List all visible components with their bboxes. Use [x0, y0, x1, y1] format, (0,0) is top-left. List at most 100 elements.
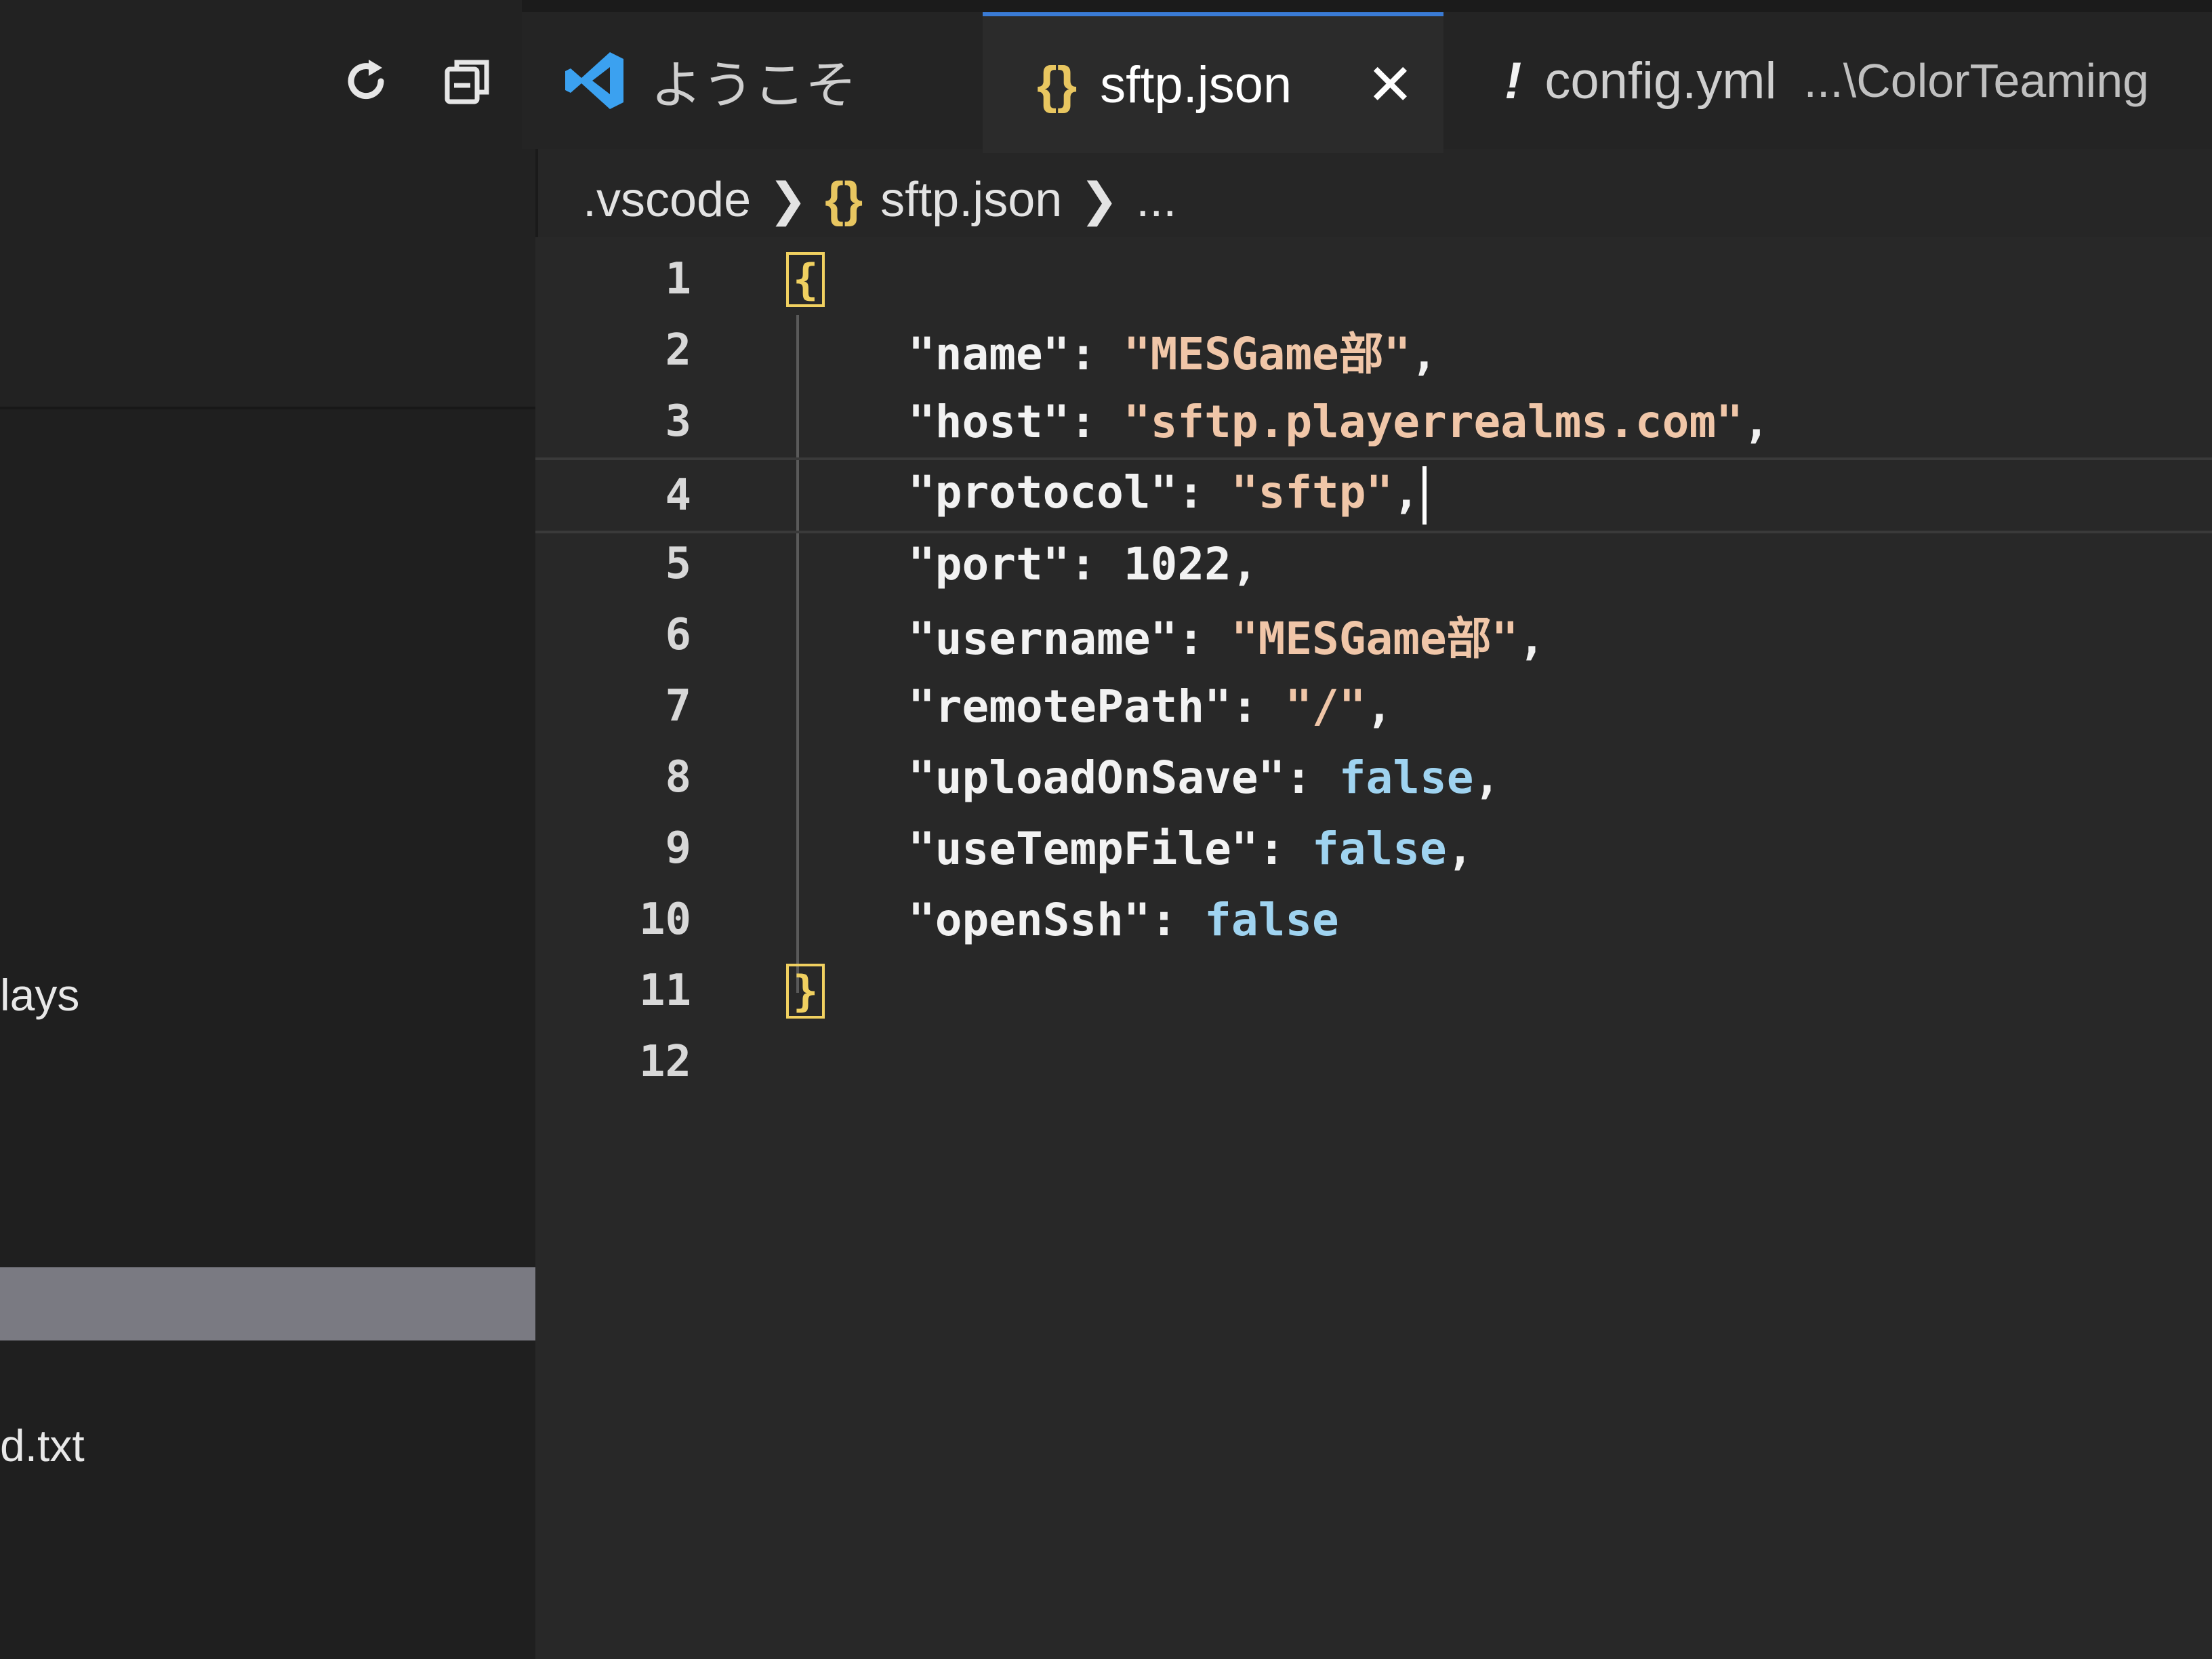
- bracket-match-highlight: }: [786, 963, 825, 1019]
- line-number: 11: [638, 966, 691, 1016]
- refresh-icon[interactable]: [339, 54, 393, 108]
- json-comma: ,: [1393, 466, 1420, 519]
- line-number: 2: [665, 325, 691, 375]
- json-colon: :: [1069, 537, 1124, 590]
- vscode-window: lays d.txt ようこそ {} sftp.json ✕ ! config.…: [0, 0, 2212, 1659]
- code-line[interactable]: 1 {: [535, 244, 2212, 314]
- tab-description: ...\ColorTeaming: [1803, 54, 2150, 107]
- code-text: "port": 1022,: [908, 538, 1258, 590]
- text-cursor: [1422, 466, 1427, 525]
- json-string-value: "MESGame部": [1123, 328, 1411, 380]
- explorer-header: [0, 0, 535, 409]
- json-comma: ,: [1473, 751, 1501, 804]
- code-line[interactable]: 9 "useTempFile": false,: [535, 813, 2212, 884]
- bracket-match-highlight: {: [786, 251, 825, 307]
- json-braces-icon: {}: [825, 173, 863, 227]
- json-comma: ,: [1518, 613, 1546, 665]
- explorer-actions: [339, 54, 495, 108]
- json-string-value: "sftp.playerrealms.com": [1123, 395, 1743, 448]
- json-boolean-value: false: [1312, 822, 1447, 875]
- code-editor[interactable]: 1 { 2 "name": "MESGame部", 3 "host": "sft…: [535, 237, 2212, 1659]
- line-number: 10: [638, 895, 691, 945]
- editor-tab-bar: ようこそ {} sftp.json ✕ ! config.yml ...\Col…: [522, 0, 2212, 153]
- json-colon: :: [1177, 466, 1231, 519]
- code-line[interactable]: 6 "username": "MESGame部",: [535, 600, 2212, 670]
- code-text: "name": "MESGame部",: [908, 318, 1437, 383]
- json-comma: ,: [1410, 328, 1438, 380]
- code-text: "protocol": "sftp",: [908, 466, 1427, 525]
- exclamation-icon: !: [1504, 52, 1522, 110]
- code-line-current[interactable]: 4 "protocol": "sftp",: [535, 457, 2212, 533]
- code-line[interactable]: 11 }: [535, 956, 2212, 1026]
- line-number: 1: [665, 254, 691, 304]
- chevron-right-icon: ❯: [769, 173, 808, 226]
- json-comma: ,: [1366, 680, 1393, 733]
- close-icon[interactable]: ✕: [1366, 52, 1414, 118]
- tab-label: ようこそ: [651, 57, 857, 115]
- line-number: 9: [665, 823, 691, 874]
- line-number: 7: [665, 681, 691, 731]
- tab-label: config.yml: [1544, 52, 1777, 110]
- json-string-value: "sftp": [1231, 466, 1393, 519]
- sidebar-item-lays[interactable]: lays: [0, 969, 79, 1021]
- tab-config-yml[interactable]: ! config.yml ...\ColorTeaming: [1443, 12, 2212, 149]
- json-colon: :: [1258, 822, 1313, 875]
- code-text: "openSsh": false: [908, 894, 1339, 946]
- vscode-logo-icon: [565, 52, 623, 109]
- tab-welcome[interactable]: ようこそ: [522, 12, 1017, 149]
- json-comma: ,: [1231, 537, 1258, 590]
- sidebar-selected-row[interactable]: [0, 1267, 542, 1340]
- breadcrumb-folder[interactable]: .vscode: [583, 172, 751, 228]
- json-key: "remotePath": [908, 680, 1231, 733]
- json-braces-icon: {}: [1037, 56, 1078, 114]
- line-number: 3: [665, 396, 691, 447]
- line-number: 4: [665, 470, 691, 520]
- json-key: "protocol": [908, 466, 1178, 519]
- json-comma: ,: [1742, 395, 1770, 448]
- json-colon: :: [1285, 751, 1339, 804]
- line-number: 8: [665, 752, 691, 802]
- json-boolean-value: false: [1204, 893, 1339, 946]
- json-colon: :: [1150, 893, 1205, 946]
- json-key: "username": [908, 613, 1178, 665]
- breadcrumb: .vscode ❯ {} sftp.json ❯ ...: [583, 163, 1176, 237]
- json-colon: :: [1177, 613, 1231, 665]
- json-key: "name": [908, 328, 1070, 380]
- code-line[interactable]: 2 "name": "MESGame部",: [535, 315, 2212, 386]
- code-text: "username": "MESGame部",: [908, 602, 1545, 668]
- breadcrumb-file[interactable]: sftp.json: [880, 172, 1062, 228]
- json-string-value: "MESGame部": [1231, 613, 1519, 665]
- json-key: "useTempFile": [908, 822, 1258, 875]
- json-colon: :: [1069, 395, 1124, 448]
- code-line[interactable]: 5 "port": 1022,: [535, 529, 2212, 599]
- chevron-right-icon: ❯: [1080, 173, 1119, 226]
- code-line[interactable]: 3 "host": "sftp.playerrealms.com",: [535, 386, 2212, 457]
- line-number: 5: [665, 539, 691, 589]
- code-line[interactable]: 12: [535, 1027, 2212, 1097]
- code-line[interactable]: 8 "uploadOnSave": false,: [535, 742, 2212, 813]
- sidebar-item-txt[interactable]: d.txt: [0, 1420, 85, 1471]
- sidebar-item-label: lays: [0, 970, 80, 1020]
- json-colon: :: [1069, 328, 1124, 380]
- json-comma: ,: [1446, 822, 1474, 875]
- code-text: "host": "sftp.playerrealms.com",: [908, 396, 1770, 448]
- code-line[interactable]: 10 "openSsh": false: [535, 884, 2212, 955]
- code-text: "uploadOnSave": false,: [908, 752, 1500, 804]
- tab-sftp-json[interactable]: {} sftp.json ✕: [983, 12, 1443, 153]
- json-boolean-value: false: [1338, 751, 1474, 804]
- json-key: "host": [908, 395, 1070, 448]
- tab-label: sftp.json: [1100, 56, 1292, 114]
- code-line[interactable]: 7 "remotePath": "/",: [535, 671, 2212, 741]
- line-number: 12: [638, 1037, 691, 1087]
- json-number-value: 1022: [1123, 537, 1231, 590]
- json-key: "port": [908, 537, 1070, 590]
- json-colon: :: [1231, 680, 1286, 733]
- collapse-all-icon[interactable]: [441, 54, 495, 108]
- json-key: "uploadOnSave": [908, 751, 1286, 804]
- code-text: "useTempFile": false,: [908, 823, 1473, 875]
- sidebar-item-label: d.txt: [0, 1420, 85, 1471]
- line-number: 6: [665, 610, 691, 660]
- breadcrumb-symbol[interactable]: ...: [1136, 172, 1176, 228]
- json-key: "openSsh": [908, 893, 1151, 946]
- json-string-value: "/": [1285, 680, 1366, 733]
